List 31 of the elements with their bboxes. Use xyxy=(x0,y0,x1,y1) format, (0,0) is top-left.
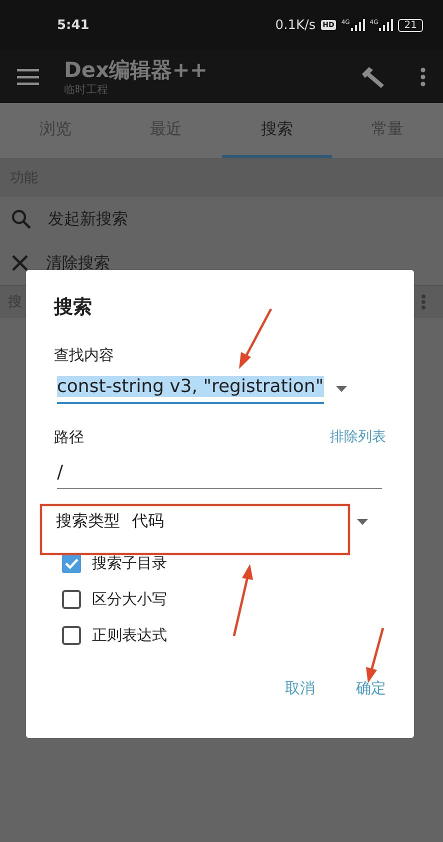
signal-icon xyxy=(379,19,394,31)
path-field[interactable]: / xyxy=(57,460,382,489)
more-icon[interactable] xyxy=(420,66,426,86)
dialog-button[interactable]: 确定 xyxy=(348,673,394,704)
hammer-icon[interactable] xyxy=(360,64,386,88)
dialog-title: 搜索 xyxy=(54,295,93,320)
close-icon xyxy=(11,254,29,272)
search-icon xyxy=(11,209,31,229)
app-subtitle: 临时工程 xyxy=(64,82,109,96)
dropdown-icon[interactable] xyxy=(357,518,368,524)
checkbox[interactable] xyxy=(62,554,81,573)
field-label: 路径 xyxy=(54,427,84,448)
checkbox[interactable] xyxy=(62,590,81,609)
dropdown-icon[interactable] xyxy=(336,386,347,392)
menu-item[interactable]: 清除搜索 xyxy=(0,241,443,285)
exclude-list-link[interactable]: 排除列表 xyxy=(330,428,386,446)
checkbox-label: 正则表达式 xyxy=(92,626,167,645)
checkbox-label: 搜索子目录 xyxy=(92,554,167,573)
checkbox-label: 区分大小写 xyxy=(92,590,167,609)
search-type-dropdown[interactable]: 搜索类型 代码 xyxy=(41,497,349,546)
app-title: Dex编辑器++ xyxy=(64,56,208,82)
status-time: 5:41 xyxy=(57,18,90,32)
menu-icon[interactable] xyxy=(17,68,39,84)
battery-icon: 21 xyxy=(398,18,423,32)
checkbox[interactable] xyxy=(62,626,81,645)
network-speed: 0.1K/s xyxy=(275,18,316,32)
annotation-arrow xyxy=(239,308,272,369)
signal-icon xyxy=(350,19,365,31)
menu-item[interactable]: 发起新搜索 xyxy=(0,197,443,241)
dialog-button[interactable]: 取消 xyxy=(277,673,323,704)
field-label: 查找内容 xyxy=(54,345,115,366)
